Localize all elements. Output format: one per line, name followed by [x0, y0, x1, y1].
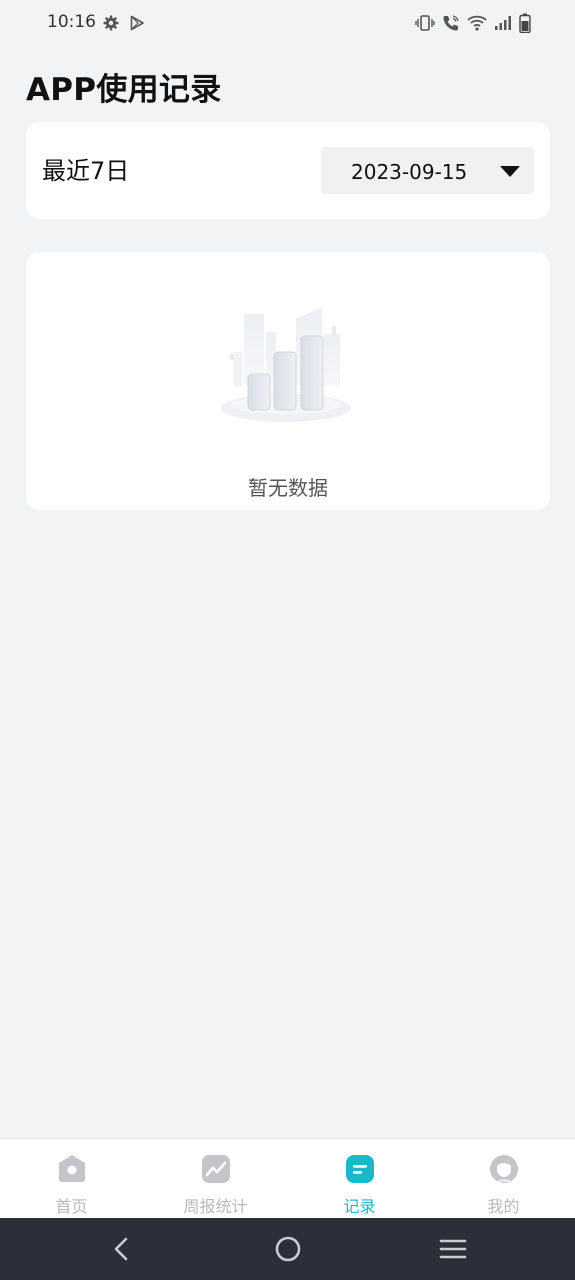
trend-chart-icon: [202, 1155, 230, 1183]
play-store-icon: [130, 15, 144, 31]
range-label: 最近7日: [42, 157, 130, 185]
empty-message: 暂无数据: [248, 476, 328, 500]
status-bar: 10:16: [0, 0, 575, 48]
home-icon: [59, 1155, 85, 1182]
nav-item-weekly-stats[interactable]: 周报统计: [144, 1139, 287, 1219]
nav-item-records[interactable]: 记录: [288, 1139, 431, 1219]
nav-label: 我的: [487, 1197, 520, 1216]
nav-label: 首页: [55, 1197, 88, 1216]
status-icons: [415, 12, 531, 34]
gear-icon: [103, 15, 119, 31]
nav-item-profile[interactable]: 我的: [432, 1139, 575, 1219]
menu-lines-icon[interactable]: [438, 1234, 468, 1264]
caret-down-icon: [500, 166, 520, 177]
system-nav-bar: [0, 1218, 575, 1280]
filter-card: 最近7日 2023-09-15: [26, 122, 550, 219]
app-screen: 10:16 APP使用记录 最近7日 2023-09-15 暂无数据 首页 周报…: [0, 0, 575, 1280]
nav-item-home[interactable]: 首页: [0, 1139, 143, 1219]
date-dropdown[interactable]: 2023-09-15: [321, 147, 534, 194]
signal-icon: [495, 16, 511, 30]
vibrate-icon: [415, 15, 435, 31]
page-title: APP使用记录: [26, 72, 222, 108]
empty-state-card: 暂无数据: [26, 252, 550, 510]
date-value: 2023-09-15: [351, 160, 468, 184]
empty-chart-illustration: [221, 308, 351, 422]
status-time: 10:16: [47, 12, 96, 32]
nav-label: 记录: [343, 1197, 376, 1216]
home-circle-icon[interactable]: [273, 1234, 303, 1264]
record-icon: [346, 1155, 374, 1183]
wifi-icon: [467, 15, 487, 31]
back-icon[interactable]: [107, 1234, 137, 1264]
bottom-nav: 首页 周报统计 记录 我的: [0, 1138, 575, 1218]
battery-icon: [519, 13, 531, 33]
wifi-calling-icon: [443, 15, 459, 31]
nav-label: 周报统计: [183, 1197, 248, 1216]
profile-icon: [490, 1155, 518, 1183]
